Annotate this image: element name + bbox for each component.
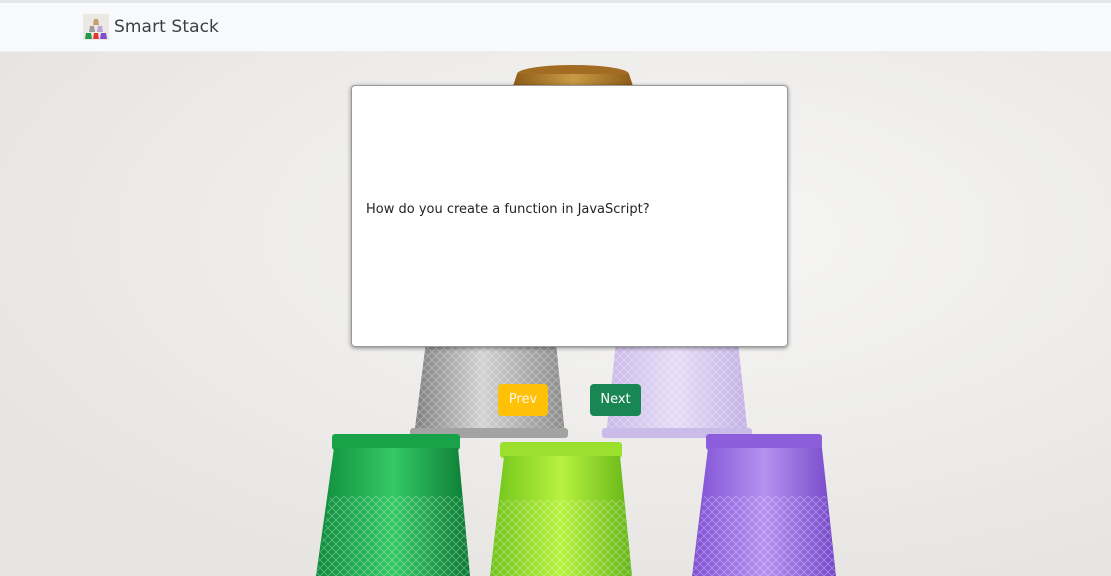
next-button[interactable]: Next	[590, 384, 641, 416]
brand-name[interactable]: Smart Stack	[114, 17, 219, 37]
flashcard-question: How do you create a function in JavaScri…	[366, 202, 650, 217]
lime-cup	[490, 442, 632, 576]
green-cup	[316, 434, 470, 576]
flashcard[interactable]: How do you create a function in JavaScri…	[351, 85, 788, 347]
stacked-cups-logo-icon	[83, 14, 109, 40]
purple-cup	[692, 434, 836, 576]
navbar: Smart Stack	[0, 3, 1111, 52]
prev-button[interactable]: Prev	[498, 384, 548, 416]
navbar-brand[interactable]: Smart Stack	[83, 14, 219, 40]
